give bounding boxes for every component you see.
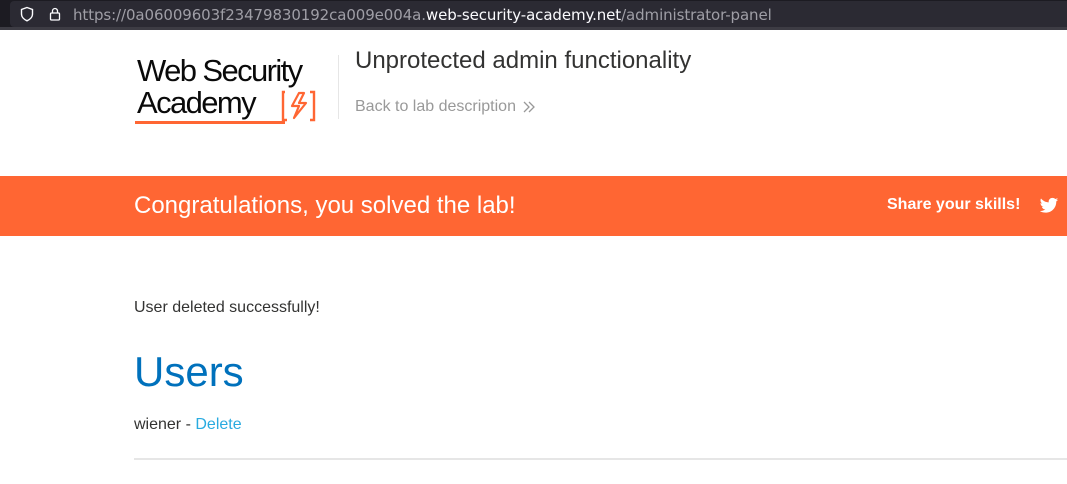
twitter-icon[interactable]	[1039, 197, 1059, 215]
url-prefix: https://0a06009603f23479830192ca009e004a…	[73, 6, 426, 24]
status-message: User deleted successfully!	[134, 299, 320, 316]
browser-toolbar: https://0a06009603f23479830192ca009e004a…	[0, 0, 1067, 30]
url-path: /administrator-panel	[621, 6, 772, 24]
toolbar-edge	[0, 27, 1067, 30]
logo-line-1: Web Security	[137, 53, 303, 88]
header-divider	[338, 55, 339, 119]
shield-icon[interactable]	[19, 6, 35, 22]
lab-title: Unprotected admin functionality	[355, 47, 692, 74]
url-bar[interactable]: https://0a06009603f23479830192ca009e004a…	[10, 1, 1067, 27]
username: wiener	[134, 416, 182, 433]
content-divider	[134, 458, 1067, 460]
users-heading: Users	[134, 348, 244, 395]
web-security-academy-logo[interactable]: Web Security Academy	[135, 53, 335, 128]
url-host: web-security-academy.net	[425, 6, 622, 24]
solved-message: Congratulations, you solved the lab!	[134, 192, 516, 219]
lightning-bolt-icon	[281, 90, 316, 122]
lab-solved-banner: Congratulations, you solved the lab! Sha…	[0, 176, 1067, 236]
delete-user-link[interactable]: Delete	[195, 416, 241, 433]
double-chevron-right-icon	[523, 101, 535, 113]
share-skills-label: Share your skills!	[887, 196, 1021, 213]
url-text[interactable]: https://0a06009603f23479830192ca009e004a…	[73, 6, 772, 24]
user-row: wiener - Delete	[134, 416, 242, 434]
back-link-label: Back to lab description	[355, 98, 516, 115]
back-to-lab-description-link[interactable]: Back to lab description	[355, 98, 536, 116]
logo-underline	[135, 121, 285, 124]
lock-icon[interactable]	[47, 6, 63, 22]
logo-line-2: Academy	[137, 85, 257, 120]
user-separator: -	[181, 416, 196, 433]
